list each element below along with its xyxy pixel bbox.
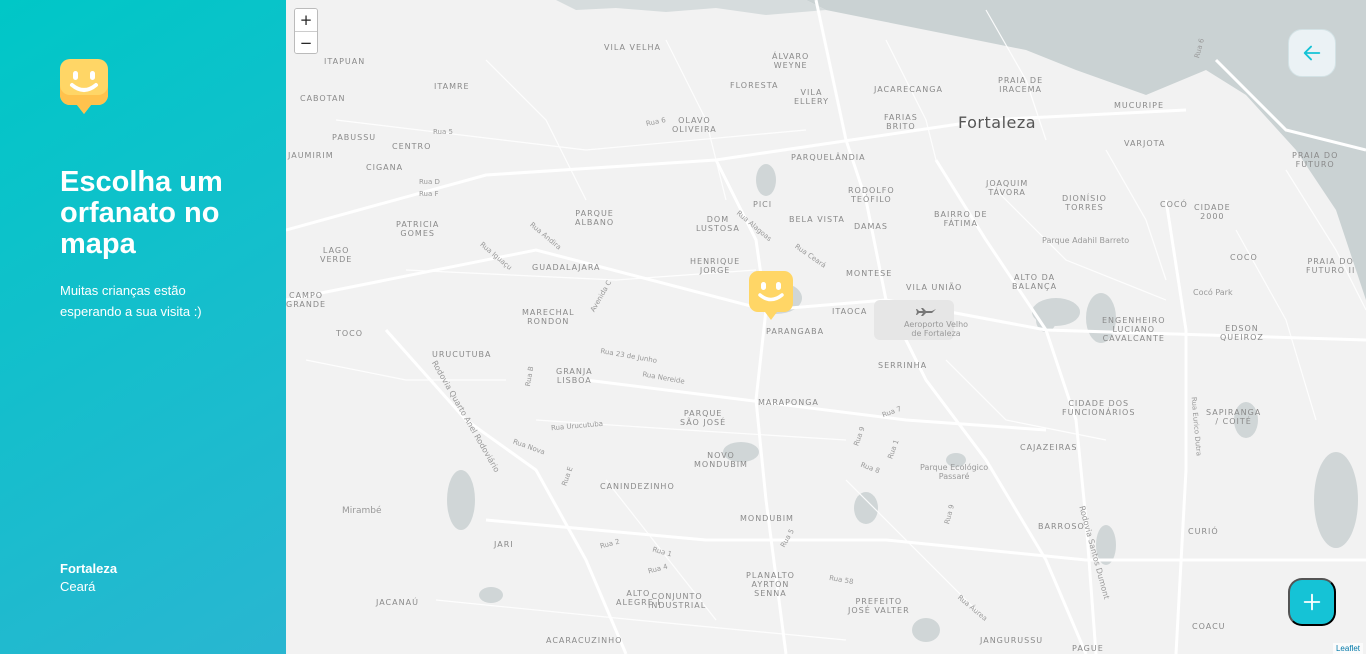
page-title: Escolha um orfanato no mapa [60, 166, 223, 260]
map-label: ITAPUAN [324, 57, 366, 66]
map-label: NOVO MONDUBIM [694, 451, 748, 469]
map-label: BAIRRO DE FÁTIMA [934, 210, 988, 228]
street-label: Rua 5 [433, 128, 453, 136]
map-label: MUCURIPE [1114, 101, 1164, 110]
map-label: MONDUBIM [740, 514, 794, 523]
map-label: Parque Ecológico Passaré [920, 463, 989, 481]
map-label: JACANAÚ [376, 598, 419, 607]
map-label: SAPIRANGA / COITÉ [1206, 408, 1262, 426]
happy-face-marker-icon[interactable] [749, 271, 793, 321]
map-label: ENGENHEIRO LUCIANO CAVALCANTE [1102, 316, 1166, 343]
map-label: JAUMIRIM [288, 151, 334, 160]
map-label: CURIÓ [1188, 527, 1219, 536]
map-label: VILA VELHA [604, 43, 661, 52]
street-label: Rua F [419, 190, 439, 198]
map-label: EDSON QUEIROZ [1220, 324, 1264, 342]
map-label: PARQUELÂNDIA [791, 153, 866, 162]
map-label: HENRIQUE JORGE [690, 257, 741, 275]
map-label: OLAVO OLIVEIRA [672, 116, 717, 134]
map-label: PARANGABA [766, 327, 825, 336]
map-label: PRAIA DO FUTURO II [1306, 257, 1356, 275]
map-label: RODOLFO TEÓFILO [848, 186, 895, 204]
back-button[interactable] [1288, 29, 1336, 77]
map-label: TOCO [336, 329, 364, 338]
map-label: GRANJA LISBOA [556, 367, 593, 385]
map-label: Cocó Park [1193, 288, 1233, 297]
map-label: ACARACUZINHO [546, 636, 623, 645]
map-label: BARROSO [1038, 522, 1085, 531]
map-label: PLANALTO AYRTON SENNA [746, 571, 795, 598]
map-label: CAMPO GRANDE [286, 291, 327, 309]
map-label: Aeroporto Velho de Fortaleza [904, 320, 969, 338]
map-label: LAGO VERDE [320, 246, 353, 264]
map-label: JARI [494, 540, 514, 549]
map-attribution[interactable]: Leaflet [1332, 643, 1363, 654]
map-label: MARECHAL RONDON [522, 308, 575, 326]
location-info: Fortaleza Ceará [60, 560, 117, 596]
map-label: CIDADE DOS FUNCIONÁRIOS [1062, 399, 1136, 417]
map-label: BELA VISTA [789, 215, 845, 224]
map-label: PABUSSU [332, 133, 377, 142]
map-label: DOM LUSTOSA [696, 215, 740, 233]
sidebar: Escolha um orfanato no mapa Muitas crian… [0, 0, 286, 654]
map-label: MARAPONGA [758, 398, 819, 407]
map-label: ITAMRE [434, 82, 470, 91]
zoom-out-button[interactable]: − [295, 31, 317, 53]
plus-icon [1303, 593, 1321, 611]
map-label: DIONÍSIO TORRES [1062, 194, 1107, 212]
map-label: URUCUTUBA [432, 350, 492, 359]
map-label: JOAQUIM TÁVORA [986, 179, 1029, 197]
map-label: GUADALAJARA [532, 263, 601, 272]
map-label: Mirambé [342, 506, 382, 516]
happy-face-logo-icon [60, 59, 108, 114]
map-label: PAGUE [1072, 644, 1104, 653]
map-label: PATRICIA GOMES [396, 220, 440, 238]
map-label: ÁLVARO WEYNE [772, 52, 810, 70]
map-label: PRAIA DE IRACEMA [998, 76, 1044, 94]
map-label: COCO [1230, 253, 1258, 262]
add-orphanage-button[interactable] [1288, 578, 1336, 626]
street-label: Rua D [419, 178, 440, 186]
map-label: MONTESE [846, 269, 893, 278]
map-label: ITAOCA [832, 307, 868, 316]
map-label: CAJAZEIRAS [1020, 443, 1078, 452]
map-label: PREFEITO JOSÉ VALTER [848, 597, 910, 615]
map-label: VILA UNIÃO [906, 283, 963, 292]
map-label: PRAIA DO FUTURO [1292, 151, 1339, 169]
map-label: CIDADE 2000 [1194, 203, 1231, 221]
map-label: DAMAS [854, 222, 888, 231]
map-label: FARIAS BRITO [884, 113, 918, 131]
map-label: CONJUNTO INDUSTRIAL [648, 592, 707, 610]
map-label: PARQUE SÃO JOSÉ [680, 409, 727, 427]
map-label: Parque Adahil Barreto [1042, 236, 1130, 245]
map-label: ALTO DA BALANÇA [1012, 273, 1058, 291]
map[interactable]: Fortaleza VILA VELHA ÁLVARO WEYNE ITAPUA… [286, 0, 1366, 654]
location-state: Ceará [60, 579, 96, 594]
location-city: Fortaleza [60, 561, 118, 576]
map-label: CABOTAN [300, 94, 346, 103]
map-label: CIGANA [366, 163, 404, 172]
zoom-in-button[interactable]: + [295, 9, 317, 31]
map-label: VARJOTA [1124, 139, 1166, 148]
map-label-fortaleza: Fortaleza [958, 113, 1037, 132]
map-label: PICI [753, 200, 773, 209]
map-label: CENTRO [392, 142, 432, 151]
map-label: VILA ELLERY [794, 88, 829, 106]
map-label: COACU [1192, 622, 1226, 631]
arrow-left-icon [1303, 45, 1321, 61]
map-label: JANGURUSSU [980, 636, 1044, 645]
map-label: SERRINHA [878, 361, 928, 370]
map-label: COCÓ [1160, 200, 1188, 209]
map-label: PARQUE ALBANO [575, 209, 615, 227]
map-label: JACARECANGA [874, 85, 943, 94]
map-label: FLORESTA [730, 81, 779, 90]
page-subtitle: Muitas crianças estão esperando a sua vi… [60, 283, 202, 319]
map-label: CANINDEZINHO [600, 482, 675, 491]
zoom-control: + − [294, 8, 318, 54]
